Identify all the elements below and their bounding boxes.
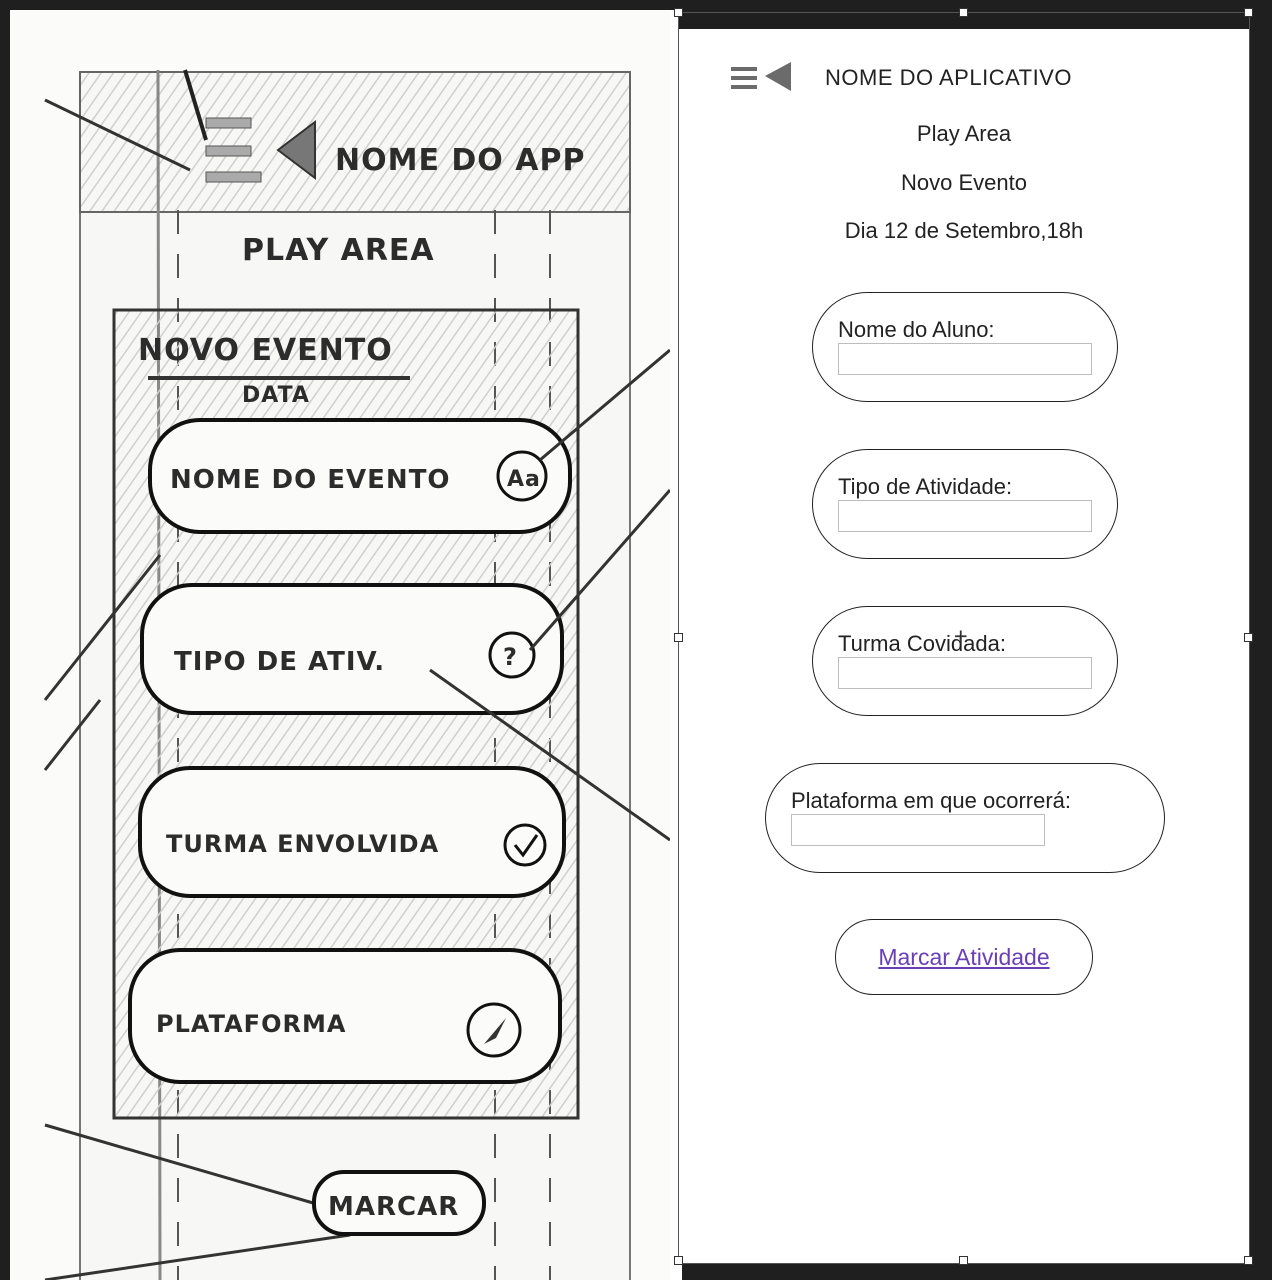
play-area-label: Play Area [916, 121, 1012, 146]
class-involved-label: Turma Covidada: [838, 631, 1006, 657]
platform-field: Plataforma em que ocorrerá: [765, 763, 1165, 873]
platform-input[interactable] [791, 814, 1045, 846]
resize-handle-top[interactable] [959, 8, 968, 17]
resize-handle-bottom-right[interactable] [1244, 1256, 1253, 1265]
class-involved-label-end: vidada: [934, 631, 1006, 656]
event-title: Novo Evento [901, 170, 1027, 195]
activity-type-field: Tipo de Atividade: [812, 449, 1118, 559]
class-involved-field: Turma Covidada: ✛ [812, 606, 1118, 716]
student-name-field: Nome do Aluno: [812, 292, 1118, 402]
activity-type-input[interactable] [838, 500, 1092, 532]
sketch-drawing: NOME DO APP PLAY AREA NOVO EVENTO DATA N… [43, 69, 670, 1280]
sketch-date-label: DATA [242, 383, 310, 408]
sketch-field-1: NOME DO EVENTO [170, 465, 451, 495]
resize-handle-right[interactable] [1244, 633, 1253, 642]
sketch-event-title: NOVO EVENTO [138, 333, 393, 368]
move-cursor-icon: ✛ [954, 627, 968, 646]
platform-label: Plataforma em que ocorrerá: [791, 788, 1072, 813]
resize-handle-bottom-left[interactable] [674, 1256, 683, 1265]
sketch-app-name: NOME DO APP [335, 143, 585, 178]
app-header: NOME DO APLICATIVO [679, 53, 1249, 103]
event-date: Dia 12 de Setembro,18h [844, 218, 1084, 243]
sketch-mark-button: MARCAR [328, 1192, 459, 1222]
resize-handle-bottom[interactable] [959, 1256, 968, 1265]
app-title: NOME DO APLICATIVO [825, 65, 1072, 90]
resize-handle-top-right[interactable] [1244, 8, 1253, 17]
sketch-field-2: TIPO DE ATIV. [174, 647, 385, 677]
menu-back-icon[interactable] [731, 59, 793, 95]
activity-type-label: Tipo de Atividade: [838, 474, 1013, 499]
sketch-field-4: PLATAFORMA [156, 1010, 346, 1038]
class-involved-label-start: Turma Co [838, 631, 935, 656]
schedule-activity-button[interactable]: Marcar Atividade [835, 919, 1093, 995]
sketch-field-3: TURMA ENVOLVIDA [166, 830, 439, 858]
resize-handle-top-left[interactable] [674, 8, 683, 17]
student-name-input[interactable] [838, 343, 1092, 375]
schedule-activity-link[interactable]: Marcar Atividade [878, 944, 1049, 971]
student-name-label: Nome do Aluno: [838, 317, 995, 342]
resize-handle-left[interactable] [674, 633, 683, 642]
sketch-wireframe-image: NOME DO APP PLAY AREA NOVO EVENTO DATA N… [10, 10, 670, 1280]
class-involved-input[interactable] [838, 657, 1092, 689]
mockup-frame[interactable]: NOME DO APLICATIVO Play Area Novo Evento… [674, 8, 1253, 1265]
sketch-question-icon: ? [503, 643, 518, 671]
sketch-text-icon: Aa [507, 467, 541, 492]
sketch-play-area: PLAY AREA [242, 233, 435, 268]
